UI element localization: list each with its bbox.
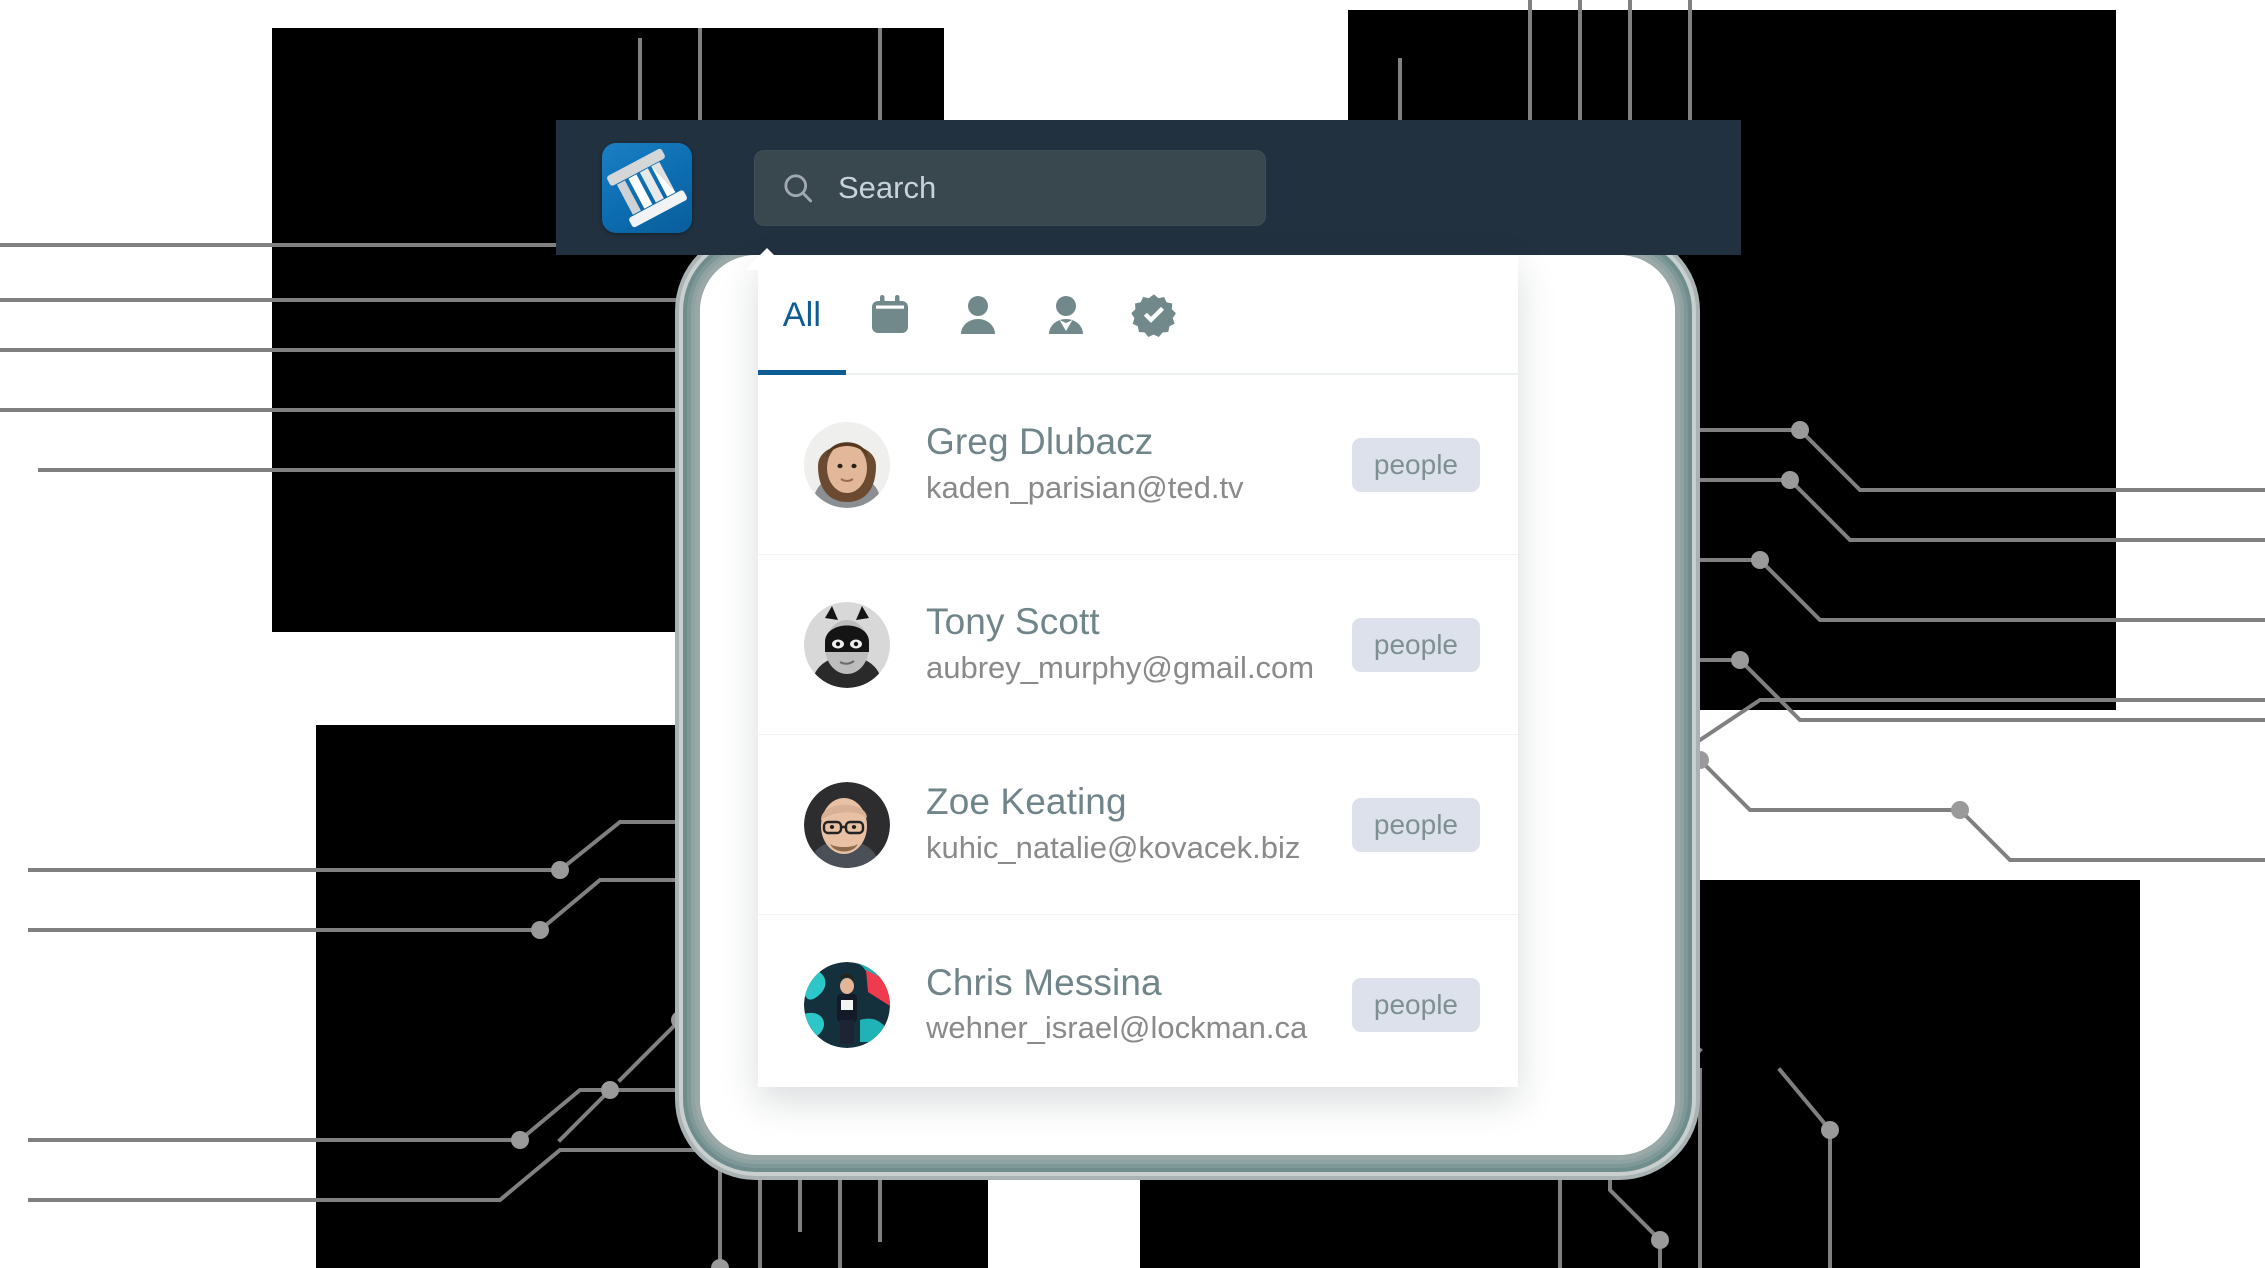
list-item-text: Zoe Keating kuhic_natalie@kovacek.biz bbox=[926, 781, 1352, 867]
avatar-zoe-keating bbox=[804, 781, 890, 868]
tab-all-label: All bbox=[782, 295, 822, 334]
search-icon bbox=[784, 173, 813, 202]
avatar bbox=[804, 781, 890, 868]
verified-badge-icon bbox=[1131, 294, 1176, 337]
avatar bbox=[804, 421, 890, 508]
results-list: Greg Dlubacz kaden_parisian@ted.tv peopl… bbox=[758, 375, 1518, 1087]
search-bar[interactable] bbox=[754, 149, 1266, 226]
app-header bbox=[556, 120, 1741, 255]
contact-name: Greg Dlubacz bbox=[926, 421, 1154, 463]
person-icon bbox=[961, 296, 995, 334]
tab-employees[interactable] bbox=[1022, 257, 1110, 373]
calendar-icon bbox=[872, 295, 908, 333]
tab-all[interactable]: All bbox=[758, 257, 846, 375]
avatar bbox=[804, 962, 890, 1048]
list-item[interactable]: Greg Dlubacz kaden_parisian@ted.tv peopl… bbox=[758, 375, 1518, 555]
filter-tabs: All bbox=[758, 255, 1518, 375]
contact-name: Zoe Keating bbox=[926, 781, 1127, 823]
contact-name: Chris Messina bbox=[926, 961, 1162, 1003]
status-badge: people bbox=[1351, 797, 1480, 852]
avatar-chris-messina bbox=[804, 962, 890, 1048]
avatar-tony-scott bbox=[804, 601, 890, 688]
person-tie-icon bbox=[1049, 296, 1083, 334]
list-item-text: Greg Dlubacz kaden_parisian@ted.tv bbox=[926, 421, 1352, 507]
in-logo-icon[interactable] bbox=[602, 142, 692, 233]
contact-email: kuhic_natalie@kovacek.biz bbox=[926, 829, 1301, 865]
list-item-text: Chris Messina wehner_israel@lockman.ca bbox=[926, 962, 1352, 1048]
contact-email: aubrey_murphy@gmail.com bbox=[926, 649, 1315, 685]
avatar-greg-dlubacz bbox=[804, 421, 890, 508]
tab-certified[interactable] bbox=[1110, 257, 1198, 373]
in-logo-glyph bbox=[607, 148, 687, 227]
tab-people[interactable] bbox=[934, 257, 1022, 373]
status-badge: people bbox=[1351, 617, 1480, 672]
status-badge: people bbox=[1351, 437, 1480, 492]
list-item[interactable]: Chris Messina wehner_israel@lockman.ca p… bbox=[758, 915, 1518, 1087]
contact-email: wehner_israel@lockman.ca bbox=[926, 1010, 1308, 1046]
search-input[interactable] bbox=[836, 168, 1240, 207]
avatar bbox=[804, 601, 890, 688]
contact-name: Tony Scott bbox=[926, 601, 1100, 643]
list-item-text: Tony Scott aubrey_murphy@gmail.com bbox=[926, 601, 1352, 687]
search-results-dropdown: All Greg Dlubacz kaden_parisian@ted.tv p… bbox=[758, 255, 1518, 1087]
tab-events[interactable] bbox=[846, 257, 934, 373]
list-item[interactable]: Tony Scott aubrey_murphy@gmail.com peopl… bbox=[758, 555, 1518, 735]
status-badge: people bbox=[1351, 978, 1480, 1032]
contact-email: kaden_parisian@ted.tv bbox=[926, 469, 1244, 505]
dropdown-notch bbox=[745, 248, 789, 270]
list-item[interactable]: Zoe Keating kuhic_natalie@kovacek.biz pe… bbox=[758, 735, 1518, 915]
